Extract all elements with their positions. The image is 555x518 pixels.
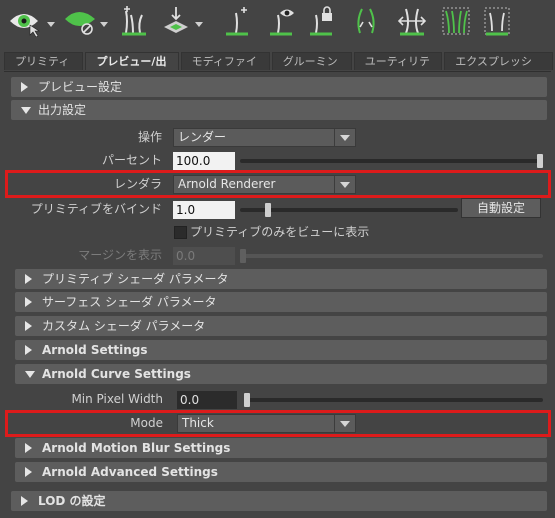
min-pixel-width-label: Min Pixel Width xyxy=(71,392,163,406)
bind-primitive-field[interactable]: 1.0 xyxy=(173,201,235,219)
bind-primitive-slider[interactable] xyxy=(240,208,458,212)
bind-primitive-label: プリミティブをバインド xyxy=(30,202,162,216)
section-output-settings[interactable]: 出力設定 xyxy=(11,100,547,120)
tab-preview-output[interactable]: プレビュー/出力 xyxy=(85,52,179,86)
tool-leaf[interactable] xyxy=(63,4,108,38)
section-surface-shader[interactable]: サーフェス シェーダ パラメータ xyxy=(15,292,547,312)
primitive-only-label: プリミティブのみをビューに表示 xyxy=(190,225,370,239)
margin-field: 0.0 xyxy=(173,247,235,265)
tool-eye-menu-icon[interactable] xyxy=(47,21,55,27)
grass-bundle-icon xyxy=(442,7,470,35)
margin-label: マージンを表示 xyxy=(78,248,162,262)
expand-arrow-icon xyxy=(25,467,32,477)
tool-transform-menu-icon[interactable] xyxy=(195,21,203,27)
curve-guides-icon xyxy=(357,8,375,34)
tab-utility[interactable]: ユーティリティ xyxy=(353,52,443,86)
cut-guides-icon xyxy=(397,8,427,36)
section-arnold-advanced[interactable]: Arnold Advanced Settings xyxy=(15,462,547,482)
tool-curve-guides[interactable] xyxy=(352,4,380,38)
expand-arrow-icon xyxy=(25,297,32,307)
expand-arrow-icon xyxy=(25,345,32,355)
tool-eye[interactable] xyxy=(8,4,55,38)
add-guide-icon xyxy=(226,7,248,36)
tool-cut-guides[interactable] xyxy=(396,4,428,38)
section-primitive-shader[interactable]: プリミティブ シェーダ パラメータ xyxy=(15,269,547,289)
tool-select-guides[interactable] xyxy=(482,4,512,38)
tool-leaf-menu-icon[interactable] xyxy=(100,21,108,27)
operation-dropdown[interactable]: レンダー xyxy=(173,128,356,147)
section-arnold-settings[interactable]: Arnold Settings xyxy=(15,340,547,360)
collapse-arrow-icon xyxy=(25,371,35,378)
expand-arrow-icon xyxy=(25,443,32,453)
mode-label: Mode xyxy=(130,416,163,430)
section-arnold-curve-settings[interactable]: Arnold Curve Settings xyxy=(15,364,547,384)
section-preview-settings[interactable]: プレビュー設定 xyxy=(11,77,547,97)
tool-add-grass[interactable] xyxy=(120,4,148,38)
tool-grass-bundle[interactable] xyxy=(440,4,472,38)
renderer-dropdown[interactable]: Arnold Renderer xyxy=(173,175,356,194)
bind-primitive-slider-handle[interactable] xyxy=(265,203,271,217)
attribute-panel: プレビュー設定 出力設定 操作 レンダー パーセント 100.0 レンダラ Ar… xyxy=(4,71,551,518)
section-lod-settings[interactable]: LOD の設定 xyxy=(11,491,547,511)
toolbar xyxy=(0,0,555,46)
tool-lock-guide[interactable] xyxy=(308,4,336,38)
min-pixel-width-field[interactable]: 0.0 xyxy=(177,391,237,409)
add-grass-guides-icon xyxy=(122,6,146,36)
leaf-disabled-icon xyxy=(65,12,95,35)
section-custom-shader[interactable]: カスタム シェーダ パラメータ xyxy=(15,316,547,336)
tab-grooming[interactable]: グルーミング xyxy=(271,52,352,86)
collapse-arrow-icon xyxy=(21,107,31,114)
mode-dropdown[interactable]: Thick xyxy=(177,414,356,433)
transform-guides-icon xyxy=(164,7,188,33)
expand-arrow-icon xyxy=(25,321,32,331)
primitive-only-checkbox[interactable] xyxy=(174,226,187,239)
section-arnold-motion-blur[interactable]: Arnold Motion Blur Settings xyxy=(15,438,547,458)
margin-slider-handle xyxy=(240,249,246,263)
tool-transform[interactable] xyxy=(160,4,203,38)
tab-bar: プリミティブ プレビュー/出力 モディファイア グルーミング ユーティリティ エ… xyxy=(4,52,555,86)
renderer-label: レンダラ xyxy=(113,177,162,191)
min-pixel-width-slider[interactable] xyxy=(244,398,543,402)
tool-guide-visibility[interactable] xyxy=(268,4,296,38)
tab-modifier[interactable]: モディファイア xyxy=(180,52,270,86)
expand-arrow-icon xyxy=(21,496,28,506)
percent-field[interactable]: 100.0 xyxy=(173,152,235,170)
min-pixel-width-slider-handle[interactable] xyxy=(244,393,250,407)
lock-guide-icon xyxy=(310,6,332,36)
expand-arrow-icon xyxy=(25,274,32,284)
auto-setting-button[interactable]: 自動設定 xyxy=(461,198,541,218)
eye-cursor-icon xyxy=(10,14,40,37)
tab-primitive[interactable]: プリミティブ xyxy=(4,52,84,86)
chevron-down-icon xyxy=(334,415,355,432)
percent-slider-handle[interactable] xyxy=(537,154,543,168)
chevron-down-icon xyxy=(334,176,355,193)
percent-slider[interactable] xyxy=(240,159,543,163)
margin-slider xyxy=(240,254,543,258)
operation-label: 操作 xyxy=(137,130,162,144)
select-guides-icon xyxy=(484,7,510,36)
tab-expression[interactable]: エクスプレッション xyxy=(444,52,553,86)
tool-add-guide[interactable] xyxy=(224,4,250,38)
guide-visibility-icon xyxy=(270,9,294,36)
percent-label: パーセント xyxy=(101,153,162,167)
expand-arrow-icon xyxy=(21,82,28,92)
chevron-down-icon xyxy=(334,129,355,146)
